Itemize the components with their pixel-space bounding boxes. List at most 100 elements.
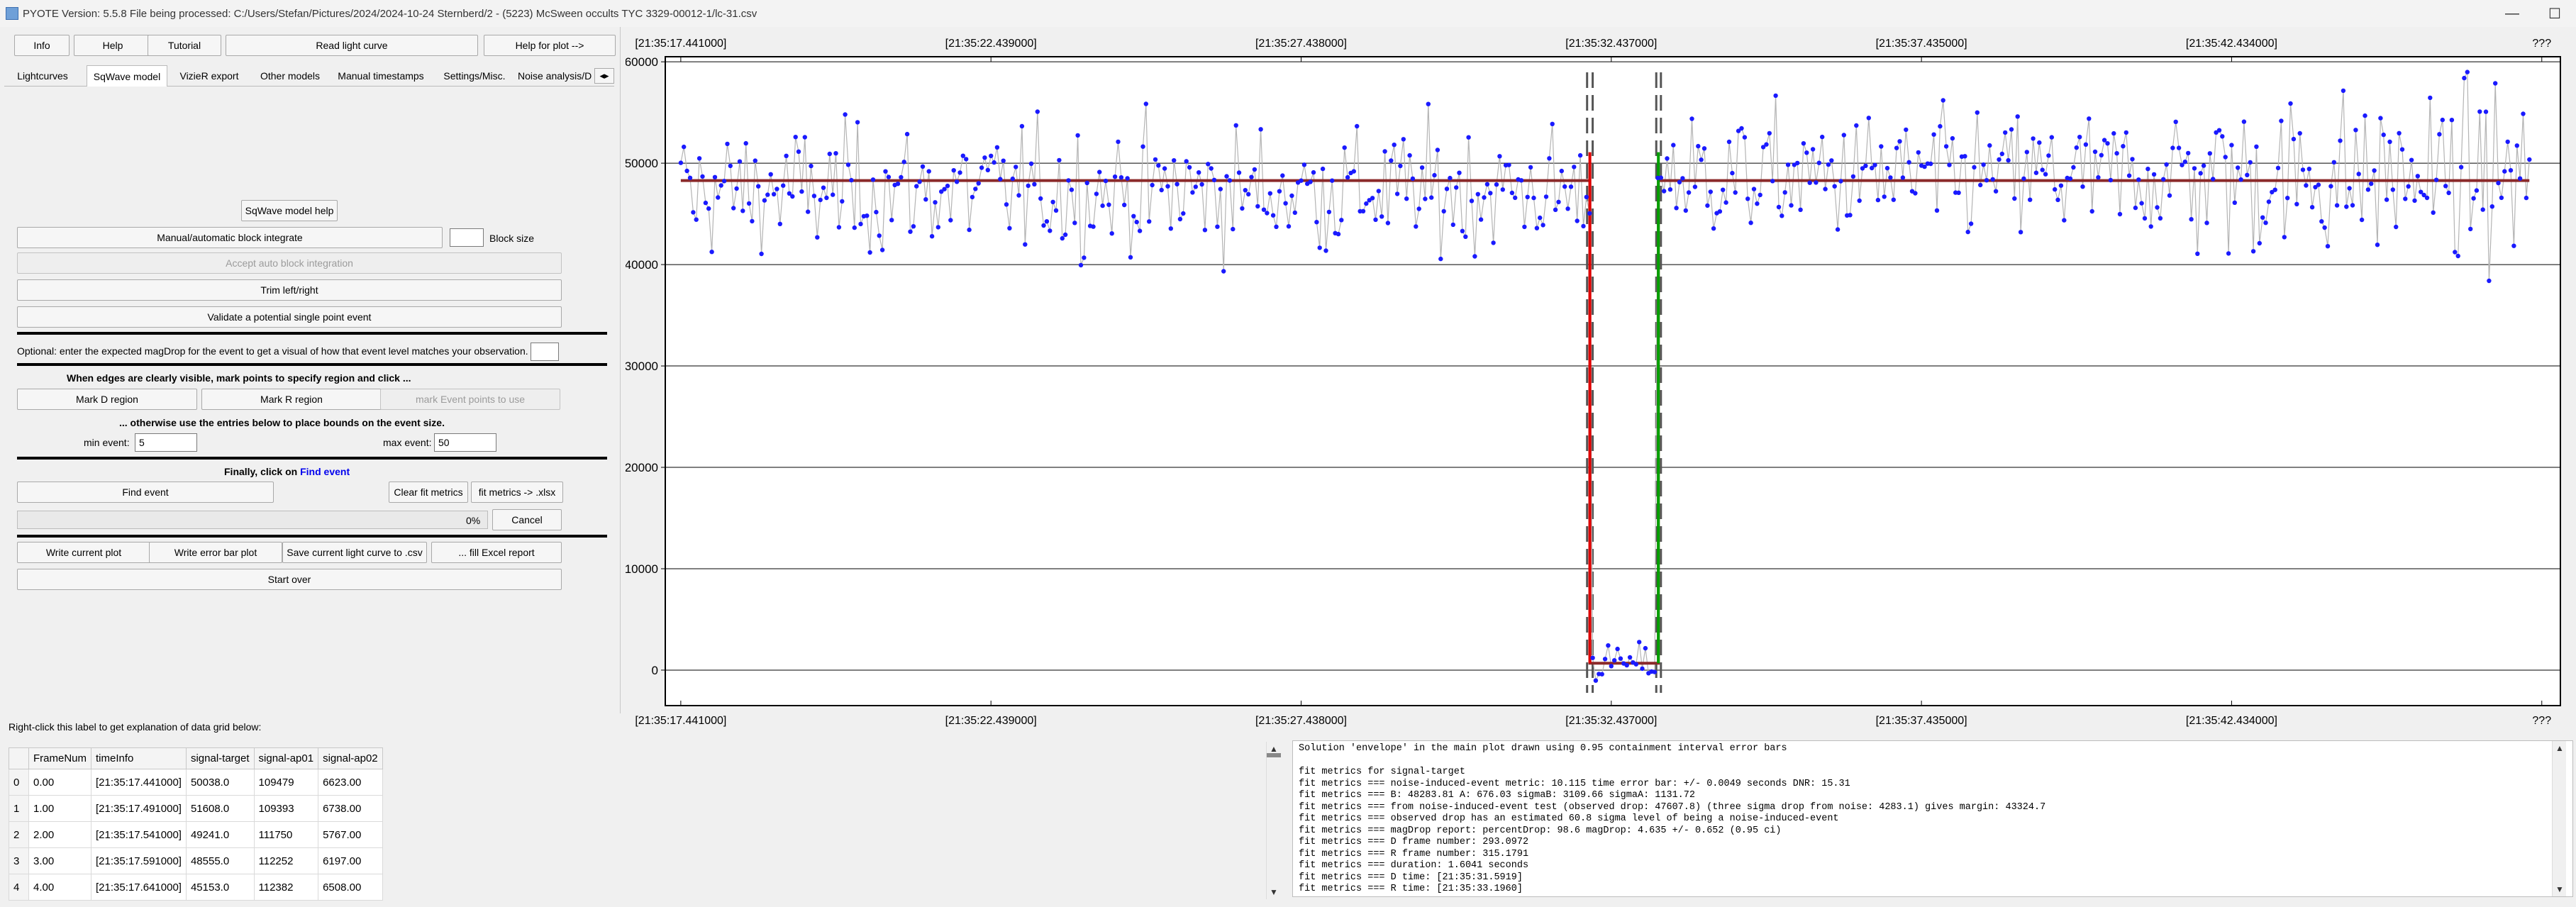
table-cell[interactable]: 111750: [253, 821, 319, 848]
table-row[interactable]: 0 0.00 [21:35:17.441000] 50038.0 109479 6623.…: [9, 769, 383, 796]
table-cell[interactable]: 4.00: [28, 874, 92, 901]
data-point: [678, 160, 684, 165]
scroll-up-icon[interactable]: ▲: [2553, 741, 2567, 755]
data-point: [1723, 200, 1728, 205]
trim-left-right-button[interactable]: Trim left/right: [17, 279, 562, 301]
scroll-down-icon[interactable]: ▼: [2553, 882, 2567, 896]
table-cell[interactable]: 6623.00: [318, 769, 383, 796]
write-current-plot-button[interactable]: Write current plot: [17, 542, 150, 563]
console-scrollbar[interactable]: ▲ ▼: [2552, 741, 2566, 896]
grid-scrollbar[interactable]: ▲ ▼: [1266, 742, 1281, 899]
table-cell[interactable]: 109479: [253, 769, 319, 796]
plot-area[interactable]: [665, 56, 2561, 706]
table-cell[interactable]: 51608.0: [185, 795, 255, 822]
table-cell[interactable]: 3.00: [28, 847, 92, 874]
tab-other-models[interactable]: Other models: [252, 65, 328, 87]
column-header[interactable]: timeInfo: [91, 747, 187, 769]
tab-manual-timestamps[interactable]: Manual timestamps: [332, 65, 430, 87]
row-header[interactable]: 4: [9, 874, 29, 901]
mark-event-points-button[interactable]: mark Event points to use: [380, 389, 560, 410]
data-point: [1410, 176, 1416, 182]
table-row[interactable]: 4 4.00 [21:35:17.641000] 45153.0 112382 6508.…: [9, 874, 383, 901]
magdrop-input[interactable]: [531, 343, 559, 361]
table-cell[interactable]: 6738.00: [318, 795, 383, 822]
table-row[interactable]: 1 1.00 [21:35:17.491000] 51608.0 109393 6738.…: [9, 795, 383, 822]
data-grid[interactable]: FrameNum timeInfo signal-target signal-ap01…: [9, 747, 383, 901]
table-cell[interactable]: 2.00: [28, 821, 92, 848]
table-cell[interactable]: 6197.00: [318, 847, 383, 874]
table-cell[interactable]: 49241.0: [185, 821, 255, 848]
table-cell[interactable]: [21:35:17.641000]: [91, 874, 187, 901]
read-light-curve-button[interactable]: Read light curve: [226, 35, 478, 56]
row-header[interactable]: 1: [9, 795, 29, 822]
row-header[interactable]: 0: [9, 769, 29, 796]
table-cell[interactable]: 0.00: [28, 769, 92, 796]
row-header[interactable]: 3: [9, 847, 29, 874]
table-row[interactable]: 2 2.00 [21:35:17.541000] 49241.0 111750 5767.…: [9, 821, 383, 848]
mark-d-region-button[interactable]: Mark D region: [17, 389, 197, 410]
table-cell[interactable]: [21:35:17.491000]: [91, 795, 187, 822]
save-light-curve-csv-button[interactable]: Save current light curve to .csv: [282, 542, 427, 563]
table-cell[interactable]: 112382: [253, 874, 319, 901]
row-header[interactable]: 2: [9, 821, 29, 848]
block-size-input[interactable]: [450, 228, 484, 247]
plot-canvas[interactable]: 0 10000 20000 30000 40000 50000 60000 [21:35:1…: [625, 27, 2576, 735]
table-cell[interactable]: 6508.00: [318, 874, 383, 901]
sqwave-model-help-button[interactable]: SqWave model help: [241, 200, 338, 221]
clear-fit-metrics-button[interactable]: Clear fit metrics: [389, 482, 468, 503]
tutorial-button[interactable]: Tutorial: [148, 35, 221, 56]
data-point: [1897, 139, 1902, 144]
table-cell[interactable]: 50038.0: [185, 769, 255, 796]
table-cell[interactable]: 45153.0: [185, 874, 255, 901]
block-integrate-button[interactable]: Manual/automatic block integrate: [17, 227, 443, 248]
light-curve-plot[interactable]: 0 10000 20000 30000 40000 50000 60000 [21:35:1…: [625, 27, 2576, 735]
find-event-button[interactable]: Find event: [17, 482, 274, 503]
data-point: [2266, 199, 2272, 204]
info-button[interactable]: Info: [14, 35, 70, 56]
max-event-input[interactable]: [434, 433, 496, 452]
tab-vizier-export[interactable]: VizieR export: [172, 65, 247, 87]
table-cell[interactable]: 109393: [253, 795, 319, 822]
validate-single-point-button[interactable]: Validate a potential single point event: [17, 306, 562, 328]
table-cell[interactable]: 48555.0: [185, 847, 255, 874]
mark-r-region-button[interactable]: Mark R region: [201, 389, 382, 410]
cancel-button[interactable]: Cancel: [492, 509, 562, 530]
data-grid-hint[interactable]: Right-click this label to get explanatio…: [9, 721, 261, 733]
table-cell[interactable]: [21:35:17.591000]: [91, 847, 187, 874]
scroll-down-icon[interactable]: ▼: [1267, 885, 1281, 899]
table-cell[interactable]: [21:35:17.541000]: [91, 821, 187, 848]
fill-excel-report-button[interactable]: ... fill Excel report: [431, 542, 562, 563]
tab-lightcurves[interactable]: Lightcurves: [7, 65, 78, 87]
min-event-input[interactable]: [135, 433, 197, 452]
table-cell[interactable]: 1.00: [28, 795, 92, 822]
maximize-icon[interactable]: ☐: [2533, 0, 2576, 27]
tab-settings-misc[interactable]: Settings/Misc.: [435, 65, 513, 87]
fit-metrics-xlsx-button[interactable]: fit metrics -> .xlsx: [471, 482, 563, 503]
data-point: [1398, 163, 1403, 169]
tab-sqwave-model[interactable]: SqWave model: [87, 65, 167, 87]
help-button[interactable]: Help: [74, 35, 152, 56]
data-point: [2257, 240, 2262, 246]
column-header[interactable]: signal-ap01: [253, 747, 319, 769]
find-event-link[interactable]: Find event: [300, 466, 350, 477]
data-point: [706, 206, 711, 211]
column-header[interactable]: signal-ap02: [318, 747, 383, 769]
column-header[interactable]: [9, 747, 29, 769]
start-over-button[interactable]: Start over: [17, 569, 562, 590]
accept-auto-block-button[interactable]: Accept auto block integration: [17, 252, 562, 274]
data-point: [1150, 182, 1155, 188]
column-header[interactable]: FrameNum: [28, 747, 92, 769]
fit-metrics-console[interactable]: Solution 'envelope' in the main plot dra…: [1292, 740, 2573, 897]
table-cell[interactable]: 112252: [253, 847, 319, 874]
table-row[interactable]: 3 3.00 [21:35:17.591000] 48555.0 112252 6197.…: [9, 847, 383, 874]
table-cell[interactable]: [21:35:17.441000]: [91, 769, 187, 796]
help-for-plot-button[interactable]: Help for plot -->: [484, 35, 616, 56]
scroll-thumb[interactable]: [1267, 753, 1281, 757]
tab-noise-analysis[interactable]: Noise analysis/D: [518, 65, 594, 87]
tab-scroll-arrows-icon[interactable]: ◂▸: [594, 68, 614, 84]
minimize-icon[interactable]: —: [2491, 0, 2533, 27]
column-header[interactable]: signal-target: [185, 747, 255, 769]
table-cell[interactable]: 5767.00: [318, 821, 383, 848]
data-point: [1339, 218, 1344, 223]
write-error-bar-plot-button[interactable]: Write error bar plot: [149, 542, 282, 563]
